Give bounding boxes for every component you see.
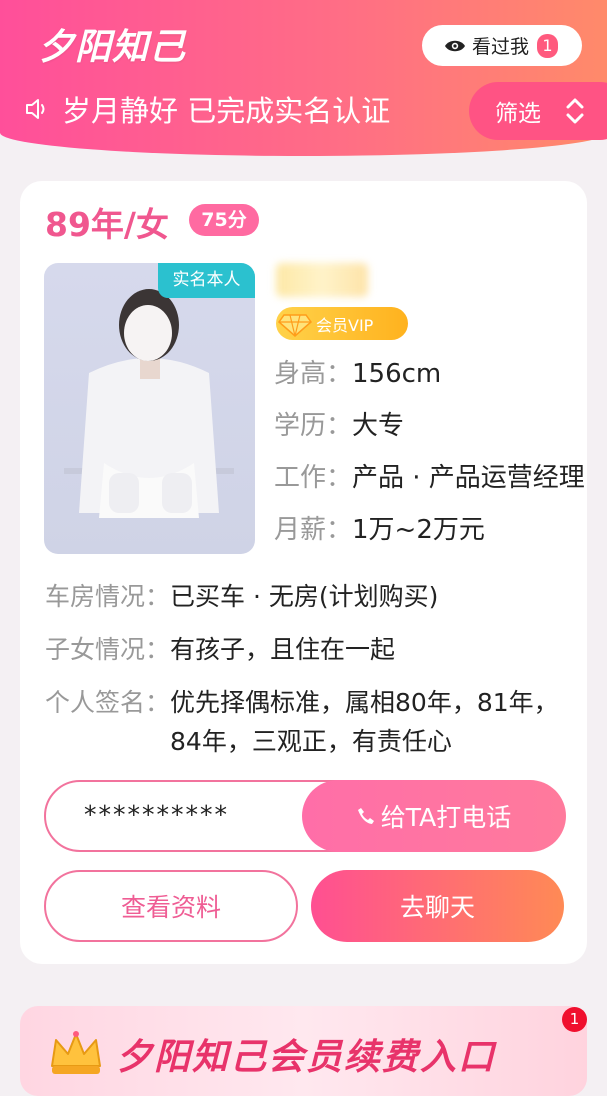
seen-me-label: 看过我 [472, 36, 530, 58]
person-photo-icon [64, 289, 234, 518]
seen-me-count-badge: 1 [537, 33, 559, 58]
signature-row: 个人签名： 优先择偶标准，属相80年，81年，84年，三观正，有责任心 [45, 683, 565, 761]
education-label: 学历： [274, 411, 353, 441]
notice-bar: 岁月静好 已完成实名认证 [24, 88, 390, 130]
call-label: 给TA打电话 [380, 803, 512, 832]
banner-title: 夕阳知己会员续费入口 [116, 1037, 497, 1078]
profile-photo[interactable]: 实名本人 [44, 263, 255, 554]
education-row: 学历：大专 [274, 405, 404, 442]
masked-phone-number: ********** [84, 800, 229, 829]
signature-label: 个人签名： [45, 688, 171, 717]
car-house-value: 已买车 · 无房(计划购买) [170, 582, 439, 611]
salary-label: 月薪： [274, 515, 353, 545]
job-label: 工作： [274, 463, 353, 493]
signature-value: 优先择偶标准，属相80年，81年，84年，三观正，有责任心 [170, 688, 559, 756]
phone-field: ********** 给TA打电话 [44, 780, 566, 852]
top-header: 夕阳知己 看过我 1 岁月静好 已完成实名认证 筛选 [0, 0, 607, 156]
profile-card[interactable]: 89年/女 75分 实名本人 会员VIP 身高：156cm 学历：大专 工作：产… [20, 181, 587, 964]
filter-label: 筛选 [495, 101, 541, 127]
blurred-name [276, 263, 368, 297]
job-row: 工作：产品 · 产品运营经理 [274, 457, 585, 494]
height-row: 身高：156cm [274, 353, 441, 390]
children-value: 有孩子，且住在一起 [170, 635, 396, 664]
verified-tag: 实名本人 [158, 263, 255, 298]
height-label: 身高： [274, 359, 353, 389]
banner-notification-badge: 1 [562, 1007, 587, 1032]
car-house-label: 车房情况： [45, 582, 171, 611]
age-sex: 89年/女 [45, 205, 169, 244]
seen-me-button[interactable]: 看过我 1 [422, 25, 582, 66]
diamond-icon [278, 313, 312, 337]
app-logo: 夕阳知己 [38, 26, 187, 68]
height-value: 156cm [352, 359, 442, 389]
job-value: 产品 · 产品运营经理 [352, 463, 585, 493]
vip-label: 会员VIP [316, 315, 374, 335]
salary-row: 月薪：1万~2万元 [274, 509, 485, 546]
view-profile-button[interactable]: 查看资料 [44, 870, 298, 942]
car-house-row: 车房情况： 已买车 · 无房(计划购买) [45, 577, 565, 616]
children-label: 子女情况： [45, 635, 171, 664]
filter-button[interactable]: 筛选 [469, 82, 607, 140]
speaker-icon [26, 99, 45, 119]
phone-icon [357, 808, 374, 824]
chat-button[interactable]: 去聊天 [311, 870, 564, 942]
salary-value: 1万~2万元 [352, 515, 485, 545]
sort-arrows-icon [566, 98, 584, 124]
score-badge: 75分 [189, 204, 259, 236]
eye-icon [445, 40, 465, 51]
call-button[interactable]: 给TA打电话 [302, 780, 566, 852]
crown-icon [51, 1031, 101, 1074]
notice-text: 岁月静好 已完成实名认证 [62, 94, 391, 128]
children-row: 子女情况： 有孩子，且住在一起 [45, 630, 565, 669]
vip-renewal-banner[interactable]: 夕阳知己会员续费入口 [20, 1006, 587, 1096]
education-value: 大专 [352, 411, 405, 441]
vip-badge: 会员VIP [276, 307, 408, 340]
